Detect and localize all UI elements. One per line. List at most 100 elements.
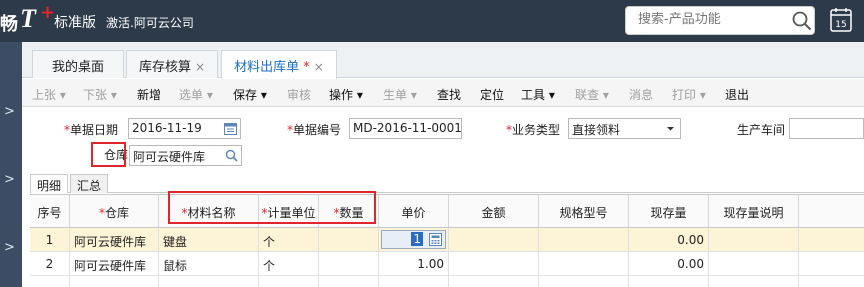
price-input[interactable]: 1 [381,230,446,249]
new-button[interactable]: 新增 [137,86,161,103]
col-header-no: 序号 [30,195,70,228]
calendar-day: 15 [835,20,846,30]
cell-unit[interactable]: 个 [259,252,319,276]
cell-warehouse[interactable]: 阿可云硬件库 [70,228,159,252]
document-tab-bar: 我的桌面 库存核算 × 材料出库单 * × [22,42,864,79]
col-header-stock-note[interactable]: 现存量说明 [709,195,799,228]
cell-no: 1 [30,228,70,252]
business-type-value: 直接领料 [572,123,621,137]
tab-label: 我的桌面 [51,60,104,75]
col-header-spec[interactable]: 规格型号 [539,195,629,228]
col-header-amount[interactable]: 金额 [449,195,539,228]
cell-qty[interactable] [319,276,379,287]
company-name[interactable]: 激活.阿可云公司 [106,14,194,31]
highlight-box-columns [168,191,376,224]
magnifier-icon[interactable] [225,149,238,162]
price-value: 1 [411,232,423,246]
chevron-right-icon[interactable]: > [4,172,18,187]
cell-amount[interactable] [449,276,539,287]
search-icon[interactable] [792,11,812,31]
chevron-right-icon[interactable]: > [4,104,18,119]
cell-amount[interactable] [449,228,539,252]
tab-my-desktop[interactable]: 我的桌面 [32,50,124,78]
locate-button[interactable]: 定位 [480,86,504,103]
tab-inventory-accounting[interactable]: 库存核算 × [126,50,218,78]
cell-material[interactable]: 键盘 [159,228,259,252]
print-button[interactable]: 打印 ▾ [672,86,706,103]
product-search[interactable] [625,6,815,35]
cell-no: 2 [30,252,70,276]
close-icon[interactable]: × [195,60,205,74]
prev-button[interactable]: 上张 ▾ [32,86,66,103]
calculator-icon[interactable] [429,233,442,246]
top-bar: 畅 T + 标准版 激活.阿可云公司 15 [0,0,864,42]
col-header-stock[interactable]: 现存量 [629,195,709,228]
cell-unit[interactable]: 个 [259,228,319,252]
highlight-box-warehouse [91,142,126,167]
calendar-icon[interactable] [224,122,237,135]
cell-no [30,276,70,287]
link-query-button[interactable]: 联查 ▾ [575,86,609,103]
business-type-select[interactable]: 直接领料 [568,118,681,139]
cell-warehouse[interactable]: 阿可云硬件库 [70,252,159,276]
warehouse-field[interactable]: 阿可云硬件库 [129,145,242,166]
cell-spec[interactable] [539,276,629,287]
find-button[interactable]: 查找 [437,86,461,103]
cell-spec[interactable] [539,228,629,252]
close-icon[interactable]: × [314,60,324,74]
chevron-right-icon[interactable]: > [4,240,18,255]
cell-stock-note [709,252,799,276]
logo-plus: + [40,2,56,23]
operations-button[interactable]: 操作 ▾ [329,86,363,103]
tab-material-issue[interactable]: 材料出库单 * × [221,50,337,79]
cell-stock: 0.00 [629,228,709,252]
business-type-label: *业务类型 [506,123,561,137]
select-doc-button[interactable]: 选单 ▾ [179,86,213,103]
cell-material[interactable]: 鼠标 [159,252,259,276]
audit-button[interactable]: 审核 [287,86,311,103]
left-nav-rail: > > > [0,42,22,287]
detail-tab-bar: 明细 汇总 [30,173,864,193]
search-input[interactable] [638,12,788,27]
next-button[interactable]: 下张 ▾ [83,86,117,103]
tab-label: 库存核算 [138,60,191,75]
doc-number-label: *单据编号 [287,123,342,137]
calendar-icon[interactable]: 15 [830,7,852,33]
tools-button[interactable]: 工具 ▾ [521,86,555,103]
cell-blank [799,252,864,276]
logo-prefix: 畅 [0,14,18,35]
col-header-price[interactable]: 单价 [379,195,449,228]
col-header-warehouse[interactable]: *仓库 [70,195,159,228]
message-button[interactable]: 消息 [629,86,653,103]
cell-warehouse[interactable] [70,276,159,287]
cell-unit[interactable] [259,276,319,287]
tab-detail[interactable]: 明细 [30,174,69,193]
doc-number-field[interactable]: MD-2016-11-0001 [349,118,462,139]
tab-summary[interactable]: 汇总 [70,174,109,193]
date-label: *单据日期 [64,123,119,137]
edition-label: 标准版 [54,15,96,31]
cell-price-editor[interactable]: 1 [379,228,449,252]
cell-stock: 0.00 [629,252,709,276]
workshop-field[interactable] [789,118,864,139]
unsaved-marker: * [303,60,310,75]
cell-qty[interactable] [319,252,379,276]
dropdown-arrow-icon[interactable] [664,122,677,135]
exit-button[interactable]: 退出 [725,86,749,103]
cell-price[interactable]: 1.00 [379,252,449,276]
cell-stock [629,276,709,287]
generate-doc-button[interactable]: 生单 ▾ [383,86,417,103]
warehouse-value: 阿可云硬件库 [133,150,206,164]
cell-material[interactable] [159,276,259,287]
date-field[interactable]: 2016-11-19 [128,118,241,139]
cell-amount[interactable] [449,252,539,276]
cell-qty[interactable] [319,228,379,252]
logo-t: T [20,4,36,33]
save-button[interactable]: 保存 ▾ [233,86,267,103]
cell-stock-note [709,276,799,287]
tab-label: 材料出库单 [234,60,300,75]
col-header-blank [799,195,864,228]
cell-stock-note [709,228,799,252]
cell-spec[interactable] [539,252,629,276]
cell-price[interactable] [379,276,449,287]
